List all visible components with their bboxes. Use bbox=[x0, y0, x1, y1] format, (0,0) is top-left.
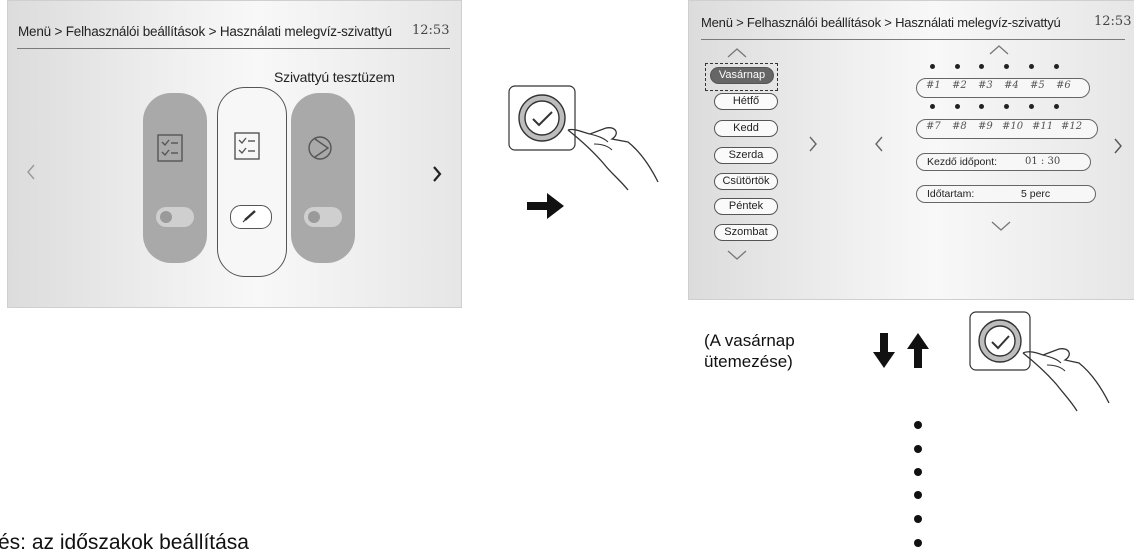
slot-dot bbox=[1004, 64, 1009, 69]
slot-12[interactable]: #12 bbox=[1061, 121, 1082, 132]
clock: 12:53 bbox=[412, 23, 450, 38]
ellipsis-dot bbox=[914, 491, 922, 499]
clock: 12:53 bbox=[1094, 14, 1132, 29]
selected-card[interactable] bbox=[217, 87, 287, 277]
ellipsis-dot bbox=[914, 468, 922, 476]
slot-dot bbox=[979, 104, 984, 109]
edit-icon bbox=[242, 210, 256, 223]
ellipsis-dot bbox=[914, 539, 922, 547]
start-time-field[interactable]: Kezdő időpont: 01 : 30 bbox=[916, 153, 1091, 171]
slot-dot bbox=[930, 104, 935, 109]
slot-5[interactable]: #5 bbox=[1030, 80, 1045, 91]
confirm-tap-illustration bbox=[969, 311, 1110, 412]
day-button-hetfo[interactable]: Hétfő bbox=[714, 93, 778, 110]
ellipsis-dot bbox=[914, 421, 922, 429]
slot-row-1: #1 #2 #3 #4 #5 #6 bbox=[916, 78, 1090, 98]
slot-row-2: #7 #8 #9 #10 #11 #12 bbox=[916, 119, 1098, 139]
ellipsis-dot bbox=[914, 445, 922, 453]
left-chevron-icon[interactable] bbox=[874, 136, 884, 152]
toggle-switch[interactable] bbox=[156, 207, 194, 227]
slot-dot bbox=[955, 104, 960, 109]
slot-dot bbox=[1054, 104, 1059, 109]
slot-dot bbox=[955, 64, 960, 69]
ellipsis-dot bbox=[914, 515, 922, 523]
day-button-szombat[interactable]: Szombat bbox=[714, 224, 778, 241]
caption-line-2: ütemezése) bbox=[704, 352, 793, 371]
schedule-card[interactable] bbox=[143, 93, 207, 263]
slot-dot bbox=[1029, 64, 1034, 69]
day-button-pentek[interactable]: Péntek bbox=[714, 198, 778, 215]
slot-2[interactable]: #2 bbox=[952, 80, 967, 91]
confirm-tap-illustration bbox=[508, 85, 659, 191]
start-time-value: 01 : 30 bbox=[1025, 156, 1061, 167]
chevron-up-icon[interactable] bbox=[989, 44, 1009, 56]
breadcrumb: Menü > Felhasználói beállítások > Haszná… bbox=[18, 24, 392, 39]
down-arrow-icon bbox=[873, 333, 895, 368]
duration-field[interactable]: Időtartam: 5 perc bbox=[916, 185, 1096, 203]
pump-icon bbox=[308, 136, 332, 160]
screen-pump-menu: Menü > Felhasználói beállítások > Haszná… bbox=[7, 0, 462, 308]
pump-test-title: Szivattyú tesztüzem bbox=[274, 69, 395, 85]
day-button-vasarnap[interactable]: Vasárnap bbox=[710, 67, 774, 84]
duration-label: Időtartam: bbox=[927, 188, 975, 200]
left-chevron-icon[interactable] bbox=[26, 164, 36, 180]
right-chevron-icon[interactable] bbox=[1113, 138, 1123, 154]
slot-1[interactable]: #1 bbox=[926, 80, 941, 91]
slot-dot bbox=[1004, 104, 1009, 109]
slot-9[interactable]: #9 bbox=[978, 121, 993, 132]
hand-icon bbox=[1022, 348, 1110, 404]
slot-dot bbox=[979, 64, 984, 69]
day-button-szerda[interactable]: Szerda bbox=[714, 147, 778, 164]
right-chevron-icon[interactable] bbox=[808, 136, 818, 152]
duration-value: 5 perc bbox=[1021, 188, 1051, 200]
slot-dot bbox=[1029, 104, 1034, 109]
edit-button[interactable] bbox=[230, 205, 272, 229]
pump-test-card[interactable] bbox=[291, 93, 355, 263]
chevron-down-icon[interactable] bbox=[991, 220, 1011, 232]
slot-8[interactable]: #8 bbox=[952, 121, 967, 132]
chevron-down-icon[interactable] bbox=[727, 249, 747, 261]
slot-3[interactable]: #3 bbox=[978, 80, 993, 91]
header-divider bbox=[17, 48, 450, 49]
checklist-icon bbox=[234, 132, 260, 160]
slot-11[interactable]: #11 bbox=[1032, 121, 1053, 132]
section-heading: és: az időszakok beállítása bbox=[0, 531, 249, 554]
right-chevron-icon[interactable] bbox=[432, 166, 442, 182]
slot-4[interactable]: #4 bbox=[1004, 80, 1019, 91]
toggle-knob bbox=[308, 211, 320, 223]
slot-dot bbox=[1054, 64, 1059, 69]
checklist-icon bbox=[157, 134, 183, 162]
screen-schedule: Menü > Felhasználói beállítások > Haszná… bbox=[688, 0, 1134, 300]
up-arrow-icon bbox=[907, 333, 929, 368]
breadcrumb: Menü > Felhasználói beállítások > Haszná… bbox=[701, 15, 1061, 30]
toggle-knob bbox=[160, 211, 172, 223]
slot-10[interactable]: #10 bbox=[1002, 121, 1023, 132]
slot-7[interactable]: #7 bbox=[926, 121, 941, 132]
toggle-switch[interactable] bbox=[304, 207, 342, 227]
header-divider bbox=[701, 39, 1125, 40]
right-arrow-icon bbox=[527, 193, 564, 219]
slot-dot bbox=[930, 64, 935, 69]
start-time-label: Kezdő időpont: bbox=[927, 156, 998, 168]
slot-6[interactable]: #6 bbox=[1056, 80, 1071, 91]
chevron-up-icon[interactable] bbox=[727, 47, 747, 59]
day-button-kedd[interactable]: Kedd bbox=[714, 120, 778, 137]
caption-line-1: (A vasárnap bbox=[704, 331, 795, 350]
day-button-csutortok[interactable]: Csütörtök bbox=[714, 173, 778, 190]
